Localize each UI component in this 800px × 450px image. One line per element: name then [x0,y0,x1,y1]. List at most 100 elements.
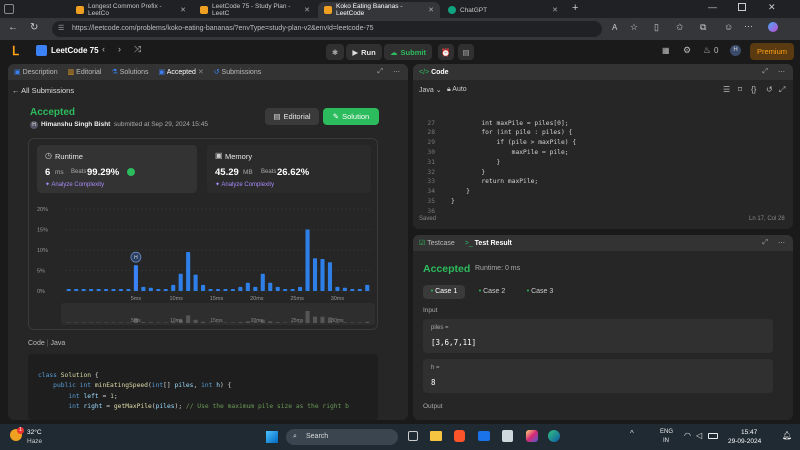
more-menu-icon[interactable]: ⋯ [744,21,753,32]
close-tab-icon[interactable]: ✕ [304,6,310,14]
next-problem-icon[interactable]: › [118,44,121,54]
tray-chevron-icon[interactable]: ^ [630,429,634,438]
prev-problem-icon[interactable]: ‹ [102,44,105,54]
input-h-box[interactable]: h = 8 [423,359,773,393]
task-view-icon[interactable] [408,431,418,441]
tab-testcase[interactable]: ☑ Testcase [419,239,455,247]
runtime-card[interactable]: ◷ Runtime 6 ms Beats 99.29% ✦ Analyze Co… [37,145,197,193]
case-tab-1[interactable]: • Case 1 [423,285,465,299]
favorites-bar-icon[interactable]: ✩ [676,22,684,33]
leetcode-logo-icon[interactable]: ᒪ [12,44,19,58]
memory-card[interactable]: ▣ Memory 45.29 MB Beats 26.62% ✦ Analyze… [207,145,371,193]
copilot-icon[interactable] [768,22,778,32]
site-info-icon[interactable]: ☰ [58,21,64,37]
favorite-icon[interactable]: ☆ [630,22,638,33]
maximize-icon[interactable] [738,3,746,11]
tab-test-result[interactable]: >_ Test Result [465,240,512,247]
wifi-icon[interactable]: ◠ [684,431,691,440]
submitted-code-block[interactable]: class Solution { public int minEatingSpe… [28,354,378,420]
study-plan-title[interactable]: LeetCode 75 [51,46,99,55]
reset-icon[interactable]: ↺ [766,85,773,94]
layout-icon[interactable]: ▦ [662,46,670,55]
case-tab-3[interactable]: • Case 3 [519,285,561,299]
weather-temp[interactable]: 32°C [27,429,42,436]
collections-icon[interactable]: ⧉ [700,22,706,33]
language-region[interactable]: IN [663,438,669,444]
avatar[interactable]: H [730,45,741,56]
close-tab-icon[interactable]: ✕ [428,6,434,14]
instagram-icon[interactable] [526,430,538,442]
split-screen-icon[interactable]: ▯ [654,22,659,33]
settings-icon[interactable]: ⚙ [683,45,691,56]
weather-desc[interactable]: Haze [27,438,42,445]
input-piles-box[interactable]: piles = [3,6,7,11] [423,319,773,353]
file-explorer-icon[interactable] [430,431,442,441]
language-select[interactable]: Java ⌄ [419,86,442,94]
tab-description[interactable]: ▣ Description [14,68,58,76]
browser-tab-active[interactable]: Koko Eating Bananas - LeetCode ✕ [318,2,440,18]
timer-button[interactable]: ⏰ [438,44,454,60]
minimize-icon[interactable]: — [708,2,717,12]
volume-icon[interactable]: ◁ [696,431,702,440]
braces-icon[interactable]: {} [751,85,756,94]
tab-submissions[interactable]: ↺ Submissions [214,68,262,76]
fullscreen-icon[interactable]: ⤢ [779,85,785,95]
back-icon[interactable]: ← [8,22,18,33]
tab-accepted[interactable]: ▣ Accepted ✕ [159,68,204,76]
expand-icon[interactable]: ⤢ [762,239,768,247]
expand-icon[interactable]: ⤢ [762,68,768,76]
run-button[interactable]: ▶ Run [346,44,382,60]
language-indicator[interactable]: ENG [660,429,673,435]
analyze-label: Analyze Complexity [51,182,105,188]
taskbar-search[interactable]: ⌕ Search [286,429,398,445]
notes-button[interactable]: ▤ [458,44,474,60]
notifications-icon[interactable]: 🔔︎ [782,431,792,440]
browser-tab[interactable]: ChatGPT ✕ [442,2,564,18]
browser-tab[interactable]: LeetCode 75 - Study Plan - LeetC ✕ [194,2,316,18]
editorial-button[interactable]: ▤ Editorial [265,108,319,125]
streak-flame-icon[interactable]: ♨ [703,45,711,56]
close-tab-icon[interactable]: ✕ [198,69,204,76]
edge-icon[interactable] [548,430,560,442]
submitter-name[interactable]: Himanshu Singh Bisht [41,121,110,128]
mail-icon[interactable] [478,431,490,441]
close-tab-icon[interactable]: ✕ [180,6,186,14]
all-submissions-link[interactable]: ← All Submissions [12,86,74,95]
battery-icon[interactable] [708,433,718,439]
panel-more-icon[interactable]: ⋯ [393,68,400,76]
window-menu-icon[interactable] [4,4,14,14]
mode-toggle[interactable]: 🔒︎ Auto [447,86,467,94]
panel-more-icon[interactable]: ⋯ [778,239,785,247]
tab-editorial[interactable]: ▥ Editorial [68,68,102,76]
solution-button[interactable]: ✎ Solution [323,108,379,125]
editor-code-area[interactable]: 27 int maxPile = piles[0]; 28 for (int pi… [413,99,793,215]
panel-more-icon[interactable]: ⋯ [778,68,785,76]
clock-time[interactable]: 15:47 [741,429,757,436]
brave-icon[interactable] [454,430,465,442]
premium-button[interactable]: Premium [750,43,794,60]
distribution-bar [223,288,228,291]
url-field[interactable]: ☰ https://leetcode.com/problems/koko-eat… [52,21,602,37]
profile-icon[interactable]: ☺ [724,22,733,32]
analyze-memory-link[interactable]: ✦ Analyze Complexity [215,181,274,188]
clock-date[interactable]: 29-09-2024 [728,438,761,445]
editor-title: </> Code [419,69,449,76]
read-aloud-icon[interactable]: A [612,23,617,32]
close-tab-icon[interactable]: ✕ [552,6,558,14]
reload-icon[interactable]: ↻ [30,22,38,33]
user-avatar[interactable]: H [30,121,38,129]
shuffle-icon[interactable]: ⤨ [134,44,141,55]
case-tab-2[interactable]: • Case 2 [471,285,513,299]
expand-icon[interactable]: ⤢ [377,68,383,76]
new-tab-icon[interactable]: + [572,2,578,14]
browser-tab[interactable]: Longest Common Prefix - LeetCo ✕ [70,2,192,18]
submit-button[interactable]: ☁ Submit [384,44,432,60]
close-window-icon[interactable]: ✕ [768,2,776,13]
store-icon[interactable] [502,430,513,442]
format-icon[interactable]: ☰ [723,85,730,94]
bookmark-icon[interactable]: ⌑ [738,85,742,94]
analyze-runtime-link[interactable]: ✦ Analyze Complexity [45,181,104,188]
tab-solutions[interactable]: ⚗ Solutions [111,68,148,76]
debug-button[interactable]: ✱ [326,44,344,60]
start-icon[interactable] [266,431,278,443]
